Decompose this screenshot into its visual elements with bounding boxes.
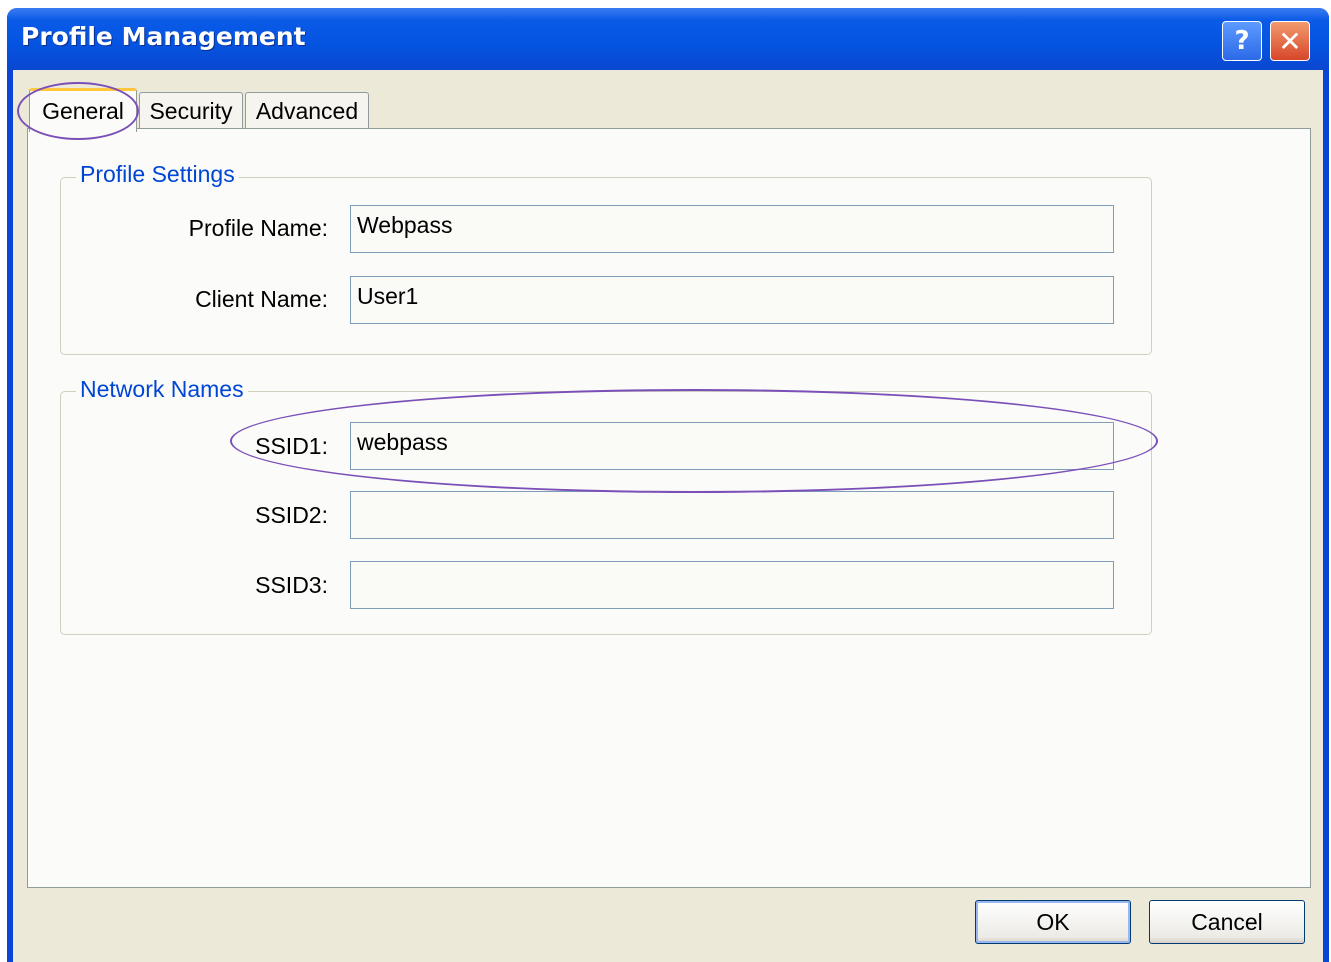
profile-management-window: Profile Management ? ✕ General Security … <box>7 8 1329 962</box>
close-button[interactable]: ✕ <box>1270 21 1310 61</box>
window-title: Profile Management <box>21 22 306 51</box>
ok-button[interactable]: OK <box>975 900 1131 944</box>
ssid1-input[interactable]: webpass <box>350 422 1114 470</box>
profile-name-label: Profile Name: <box>188 215 328 241</box>
ssid3-label: SSID3: <box>255 572 328 598</box>
client-name-input[interactable]: User1 <box>350 276 1114 324</box>
tab-advanced[interactable]: Advanced <box>245 92 369 130</box>
close-icon: ✕ <box>1278 24 1302 58</box>
ssid1-label: SSID1: <box>255 433 328 459</box>
ok-button-label: OK <box>1036 908 1070 935</box>
ssid3-input[interactable] <box>350 561 1114 609</box>
cancel-button[interactable]: Cancel <box>1149 900 1305 944</box>
network-names-title: Network Names <box>76 376 248 403</box>
title-bar[interactable]: Profile Management ? ✕ <box>7 8 1329 70</box>
tab-advanced-label: Advanced <box>255 98 359 124</box>
ssid2-label: SSID2: <box>255 502 328 528</box>
profile-name-input[interactable]: Webpass <box>350 205 1114 253</box>
tab-general-label: General <box>42 98 124 124</box>
help-icon: ? <box>1234 26 1250 56</box>
tab-general[interactable]: General <box>29 88 137 132</box>
client-name-label: Client Name: <box>195 286 328 312</box>
profile-settings-group <box>60 177 1152 355</box>
dialog-client-area: General Security Advanced Profile Settin… <box>13 70 1323 962</box>
tab-security[interactable]: Security <box>139 92 243 130</box>
tab-security-label: Security <box>149 98 233 124</box>
ssid2-input[interactable] <box>350 491 1114 539</box>
profile-settings-title: Profile Settings <box>76 161 239 188</box>
cancel-button-label: Cancel <box>1191 908 1263 935</box>
general-tab-panel: Profile Settings Profile Name: Webpass C… <box>27 128 1311 888</box>
help-button[interactable]: ? <box>1222 21 1262 61</box>
